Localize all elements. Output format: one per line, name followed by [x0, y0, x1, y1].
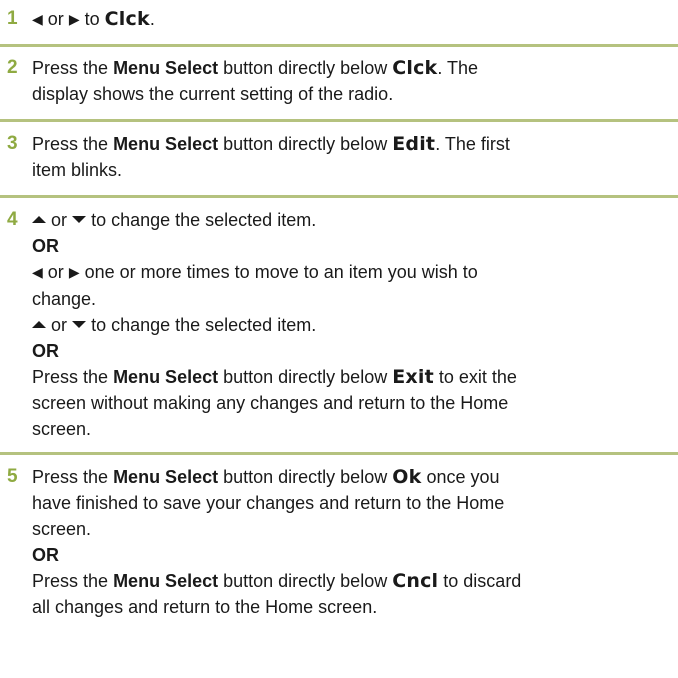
step-5: 5 Press the Menu Select button directly … [0, 464, 678, 620]
step-text: Press the [32, 367, 109, 387]
step-text: or [51, 210, 68, 230]
step-text: button directly below [223, 367, 388, 387]
display-label-clck: Clck [104, 8, 150, 30]
step-line: or to change the selected item. [32, 312, 668, 338]
step-line: Press the Menu Select button directly be… [32, 568, 668, 594]
step-text: to discard [443, 571, 522, 591]
step-line: Press the Menu Select button directly be… [32, 55, 668, 81]
step-text: to exit the [438, 367, 517, 387]
step-text: Press the [32, 58, 109, 78]
step-number: 4 [7, 209, 18, 230]
menu-select-label: Menu Select [113, 367, 219, 387]
step-line: screen. [32, 519, 92, 539]
step-divider [0, 44, 678, 47]
step-text: . [149, 9, 155, 29]
step-line: ◀ or ▶ one or more times to move to an i… [32, 259, 668, 286]
display-label-ok: Ok [392, 466, 422, 488]
down-arrow-icon [72, 321, 87, 328]
or-label: OR [32, 236, 59, 256]
step-divider [0, 452, 678, 455]
step-number: 5 [7, 466, 18, 487]
step-1: 1 ◀ or ▶ to Clck. [0, 6, 678, 33]
step-text: button directly below [223, 571, 388, 591]
step-line: have finished to save your changes and r… [32, 493, 505, 513]
step-text: Press the [32, 467, 109, 487]
step-2: 2 Press the Menu Select button directly … [0, 55, 678, 107]
step-number: 3 [7, 133, 18, 154]
menu-select-label: Menu Select [113, 134, 219, 154]
step-line: item blinks. [32, 160, 123, 180]
step-line: Press the Menu Select button directly be… [32, 131, 668, 157]
display-label-cncl: Cncl [392, 570, 439, 592]
step-text: button directly below [223, 467, 388, 487]
step-4: 4 or to change the selected item. OR ◀ o… [0, 207, 678, 442]
step-line: display shows the current setting of the… [32, 84, 394, 104]
step-text: to [84, 9, 100, 29]
display-label-clck: Clck [392, 57, 438, 79]
step-line: screen. [32, 419, 92, 439]
step-text: or [47, 9, 64, 29]
step-text: . The [437, 58, 479, 78]
step-text: button directly below [223, 58, 388, 78]
step-text: to change the selected item. [91, 315, 317, 335]
or-label: OR [32, 341, 59, 361]
step-divider [0, 195, 678, 198]
display-label-exit: Exit [392, 366, 434, 388]
left-arrow-icon: ◀ [32, 265, 43, 281]
step-number: 1 [7, 8, 18, 29]
display-label-edit: Edit [392, 133, 436, 155]
step-divider [0, 119, 678, 122]
step-line: all changes and return to the Home scree… [32, 597, 378, 617]
step-text: Press the [32, 571, 109, 591]
step-line: screen without making any changes and re… [32, 393, 509, 413]
step-line: ◀ or ▶ to Clck. [32, 6, 668, 33]
step-text: button directly below [223, 134, 388, 154]
left-arrow-icon: ◀ [32, 12, 43, 28]
step-line: or to change the selected item. [32, 207, 668, 233]
step-text: or [47, 262, 64, 282]
right-arrow-icon: ▶ [68, 12, 80, 28]
right-arrow-icon: ▶ [68, 265, 80, 281]
step-text: once you [426, 467, 500, 487]
menu-select-label: Menu Select [113, 571, 219, 591]
or-label: OR [32, 545, 59, 565]
menu-select-label: Menu Select [113, 467, 219, 487]
menu-select-label: Menu Select [113, 58, 219, 78]
step-line: Press the Menu Select button directly be… [32, 464, 668, 490]
step-text: . The first [435, 134, 510, 154]
step-number: 2 [7, 57, 18, 78]
up-arrow-icon [32, 216, 46, 223]
step-text: Press the [32, 134, 109, 154]
step-text: one or more times to move to an item you… [84, 262, 478, 282]
step-line: change. [32, 289, 97, 309]
down-arrow-icon [72, 216, 87, 223]
step-text: or [51, 315, 68, 335]
up-arrow-icon [32, 321, 46, 328]
step-3: 3 Press the Menu Select button directly … [0, 131, 678, 183]
step-line: Press the Menu Select button directly be… [32, 364, 668, 390]
step-text: to change the selected item. [91, 210, 317, 230]
